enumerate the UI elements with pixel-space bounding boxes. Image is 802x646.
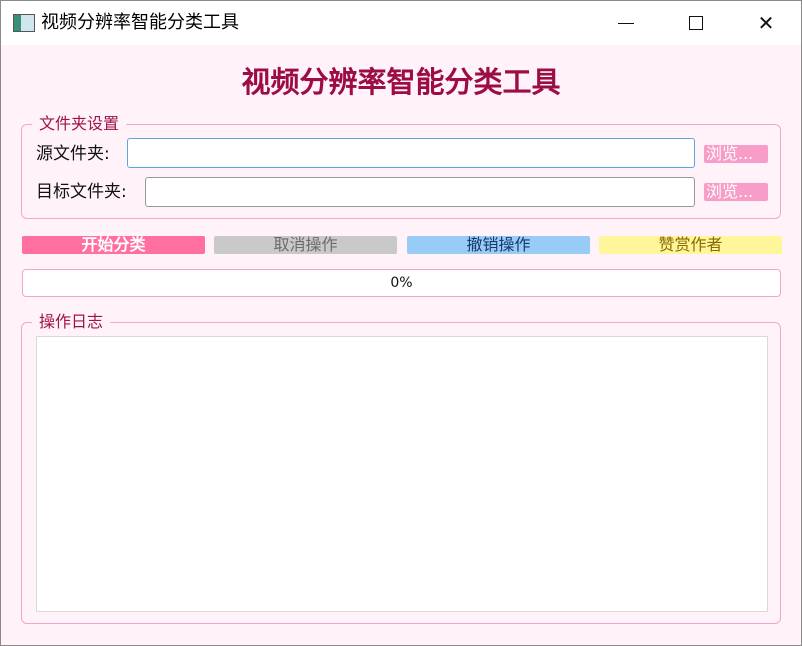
close-icon: ✕ xyxy=(757,11,775,35)
target-folder-input[interactable] xyxy=(145,177,695,207)
undo-operation-button[interactable]: 撤销操作 xyxy=(407,236,590,254)
progress-text: 0% xyxy=(390,275,413,291)
operation-log-group: 操作日志 xyxy=(21,312,781,624)
browse-source-button[interactable]: 浏览... xyxy=(704,145,768,163)
source-folder-input[interactable] xyxy=(127,138,695,168)
cancel-operation-button[interactable]: 取消操作 xyxy=(214,236,397,254)
target-folder-label: 目标文件夹: xyxy=(36,182,127,202)
page-title: 视频分辨率智能分类工具 xyxy=(241,65,561,99)
title-bar: 视频分辨率智能分类工具 ✕ xyxy=(1,1,801,45)
minimize-button[interactable] xyxy=(591,1,661,45)
source-folder-label: 源文件夹: xyxy=(36,144,110,164)
browse-target-button[interactable]: 浏览... xyxy=(704,183,768,201)
start-classify-button[interactable]: 开始分类 xyxy=(22,236,205,254)
app-icon xyxy=(13,14,35,32)
operation-log-legend: 操作日志 xyxy=(32,312,111,332)
app-window: 视频分辨率智能分类工具 ✕ 视频分辨率智能分类工具 文件夹设置 源文件夹: 浏览… xyxy=(0,0,802,646)
folder-settings-legend: 文件夹设置 xyxy=(32,114,127,134)
minimize-icon xyxy=(618,22,634,24)
close-button[interactable]: ✕ xyxy=(731,1,801,45)
folder-settings-group: 文件夹设置 源文件夹: 浏览... 目标文件夹: 浏览... xyxy=(21,114,781,219)
maximize-icon xyxy=(689,16,703,30)
log-textarea[interactable] xyxy=(36,336,768,612)
maximize-button[interactable] xyxy=(661,1,731,45)
donate-author-button[interactable]: 赞赏作者 xyxy=(599,236,782,254)
progress-bar: 0% xyxy=(22,269,781,297)
window-title: 视频分辨率智能分类工具 xyxy=(41,12,239,33)
